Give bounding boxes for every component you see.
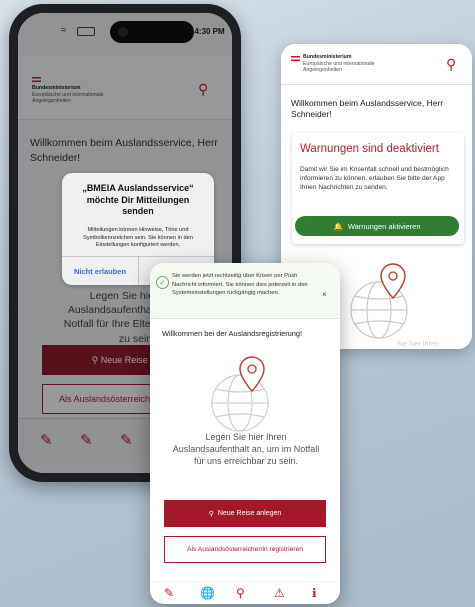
app-header: Bundesministerium Europäische und intern…	[281, 44, 472, 85]
check-circle-icon: ✓	[156, 276, 169, 289]
deny-button[interactable]: Nicht erlauben	[62, 257, 138, 285]
tab-bar: ✎ 🌐 ⚲ ⚠ ℹ	[150, 581, 340, 604]
activate-warnings-button[interactable]: 🔔 Warnungen aktivieren	[295, 216, 459, 236]
location-pin-icon: ⚲	[208, 510, 214, 518]
alarm-icon[interactable]: ⚠	[274, 586, 285, 600]
registration-screen-card: ✓ Sie werden jetzt rechtzeitig über Kris…	[150, 263, 340, 604]
body-text: Legen Sie hier Ihren Auslandsaufenthalt …	[172, 432, 320, 467]
user-pin-icon[interactable]: ⚲	[446, 56, 456, 73]
welcome-text: Willkommen beim Auslandsservice, Herr Sc…	[291, 98, 444, 120]
globe-pin-illustration	[350, 263, 408, 339]
globe-pin-illustration	[211, 356, 269, 432]
faded-body-text: Sie hier Ihren	[397, 341, 439, 348]
edit-icon[interactable]: ✎	[164, 586, 174, 600]
info-icon[interactable]: ℹ	[312, 586, 317, 600]
warnings-text: Damit wir Sie im Krisenfall schnell und …	[300, 166, 449, 192]
ministry-logo: Bundesministerium Europäische und intern…	[303, 54, 375, 73]
dialog-title: „BMEIA Auslandsservice“ möchte Dir Mitte…	[82, 183, 194, 217]
success-toast: ✓ Sie werden jetzt rechtzeitig über Kris…	[150, 263, 340, 319]
new-trip-button[interactable]: ⚲ Neue Reise anlegen	[164, 500, 326, 527]
warnings-title: Warnungen sind deaktiviert	[300, 143, 439, 155]
austria-flag-icon	[291, 56, 300, 61]
bell-icon: 🔔	[333, 221, 343, 231]
toast-message: Sie werden jetzt rechtzeitig über Krisen…	[172, 273, 308, 297]
globe-icon[interactable]: 🌐	[200, 586, 215, 600]
map-icon[interactable]: ⚲	[236, 586, 245, 600]
dialog-message: Mitteilungen können Hinweise, Töne und S…	[83, 227, 193, 249]
close-icon[interactable]: ×	[322, 290, 327, 299]
welcome-text: Willkommen bei der Auslandsregistrierung…	[162, 329, 303, 338]
warnings-card: Warnungen sind deaktiviert Damit wir Sie…	[292, 133, 464, 244]
register-button[interactable]: Als Auslandsösterreicher/in registrieren	[164, 536, 326, 563]
